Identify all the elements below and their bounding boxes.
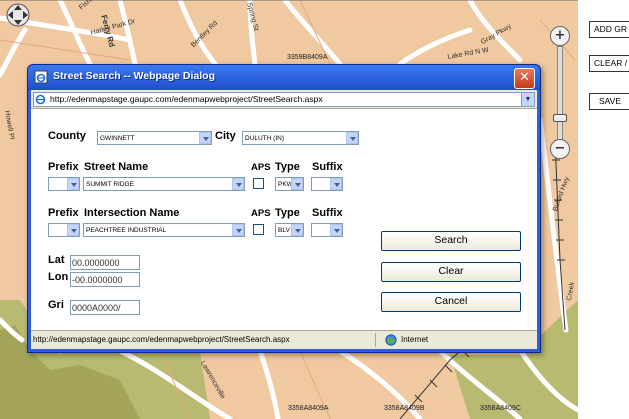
clear-button[interactable]: Clear xyxy=(381,262,521,282)
city-value: DULUTH (IN) xyxy=(245,135,284,142)
intersection-aps-label: APS xyxy=(251,208,271,219)
ie-logo-icon xyxy=(35,94,46,105)
intersection-suffix-label: Suffix xyxy=(312,207,343,219)
pan-control-icon[interactable] xyxy=(0,0,36,30)
clear-all-button[interactable]: CLEAR / xyxy=(589,55,629,72)
grid-input[interactable]: 0000A0000/ xyxy=(70,300,140,315)
globe-icon xyxy=(385,334,397,346)
chevron-down-icon xyxy=(67,224,79,236)
intersection-name-value: PEACHTREE INDUSTRIAL xyxy=(86,227,167,234)
address-field[interactable]: http://edenmapstage.gaupc.com/edenmapweb… xyxy=(33,92,535,107)
intersection-name-select[interactable]: PEACHTREE INDUSTRIAL xyxy=(83,223,245,237)
intersection-type-select[interactable]: BLV xyxy=(275,223,304,237)
zoom-slider-track[interactable] xyxy=(557,46,563,140)
address-bar: http://edenmapstage.gaupc.com/edenmapweb… xyxy=(31,90,537,109)
dialog-title: Street Search -- Webpage Dialog xyxy=(53,70,216,82)
save-button[interactable]: SAVE xyxy=(589,93,629,110)
zoom-slider-thumb[interactable] xyxy=(553,114,567,122)
dialog-titlebar[interactable]: Street Search -- Webpage Dialog ✕ xyxy=(28,65,540,90)
suffix-label: Suffix xyxy=(312,161,343,173)
street-search-dialog: Street Search -- Webpage Dialog ✕ http:/… xyxy=(27,64,541,353)
chevron-down-icon xyxy=(330,178,342,190)
street-name-value: SUMMIT RIDGE xyxy=(86,181,134,188)
chevron-down-icon xyxy=(67,178,79,190)
intersection-type-label: Type xyxy=(275,207,300,219)
lon-label: Lon xyxy=(48,271,69,283)
intersection-aps-checkbox[interactable] xyxy=(253,224,264,235)
zoom-control: + − xyxy=(548,16,570,176)
add-graphic-button[interactable]: ADD GR xyxy=(589,21,629,38)
parcel-label: 3358A8409B xyxy=(384,405,425,412)
status-url: http://edenmapstage.gaupc.com/edenmapweb… xyxy=(33,335,290,344)
city-label: City xyxy=(215,130,236,142)
address-url: http://edenmapstage.gaupc.com/edenmapweb… xyxy=(50,94,323,104)
search-button[interactable]: Search xyxy=(381,231,521,251)
chevron-down-icon xyxy=(330,224,342,236)
status-separator xyxy=(375,333,376,347)
search-form: County GWINNETT City DULUTH (IN) Prefix … xyxy=(31,109,537,330)
street-name-label: Street Name xyxy=(84,161,149,173)
zoom-out-icon[interactable]: − xyxy=(550,139,570,159)
lat-label: Lat xyxy=(48,254,65,266)
street-prefix-select[interactable] xyxy=(48,177,80,191)
cancel-button[interactable]: Cancel xyxy=(381,292,521,312)
prefix-label: Prefix xyxy=(48,161,79,173)
address-dropdown-icon[interactable]: ▼ xyxy=(521,93,534,106)
ie-page-icon xyxy=(34,70,48,84)
lat-input[interactable]: 00.0000000 xyxy=(70,255,140,270)
status-bar: http://edenmapstage.gaupc.com/edenmapweb… xyxy=(31,330,537,349)
street-type-select[interactable]: PKW xyxy=(275,177,304,191)
parcel-label: 3358A8409A xyxy=(288,405,329,412)
county-label: County xyxy=(48,130,86,142)
parcel-label: 3358A8409C xyxy=(480,405,521,412)
county-value: GWINNETT xyxy=(100,135,135,142)
parcel-label: 3359B8409A xyxy=(287,54,328,61)
street-aps-checkbox[interactable] xyxy=(253,178,264,189)
chevron-down-icon xyxy=(291,178,303,190)
intersection-name-label: Intersection Name xyxy=(84,207,180,219)
intersection-type-value: BLV xyxy=(278,227,290,234)
intersection-prefix-select[interactable] xyxy=(48,223,80,237)
chevron-down-icon xyxy=(232,224,244,236)
county-select[interactable]: GWINNETT xyxy=(97,131,212,145)
security-zone-label: Internet xyxy=(401,335,429,344)
lon-input[interactable]: -00.0000000 xyxy=(70,272,140,287)
type-label: Type xyxy=(275,161,300,173)
chevron-down-icon xyxy=(291,224,303,236)
grid-label: Gri xyxy=(48,299,64,311)
street-suffix-select[interactable] xyxy=(311,177,343,191)
intersection-prefix-label: Prefix xyxy=(48,207,79,219)
street-name-select[interactable]: SUMMIT RIDGE xyxy=(83,177,245,191)
chevron-down-icon xyxy=(346,132,358,144)
aps-label: APS xyxy=(251,162,271,173)
city-select[interactable]: DULUTH (IN) xyxy=(242,131,359,145)
chevron-down-icon xyxy=(232,178,244,190)
zoom-in-icon[interactable]: + xyxy=(550,26,570,46)
chevron-down-icon xyxy=(199,132,211,144)
intersection-suffix-select[interactable] xyxy=(311,223,343,237)
close-icon[interactable]: ✕ xyxy=(514,68,535,89)
